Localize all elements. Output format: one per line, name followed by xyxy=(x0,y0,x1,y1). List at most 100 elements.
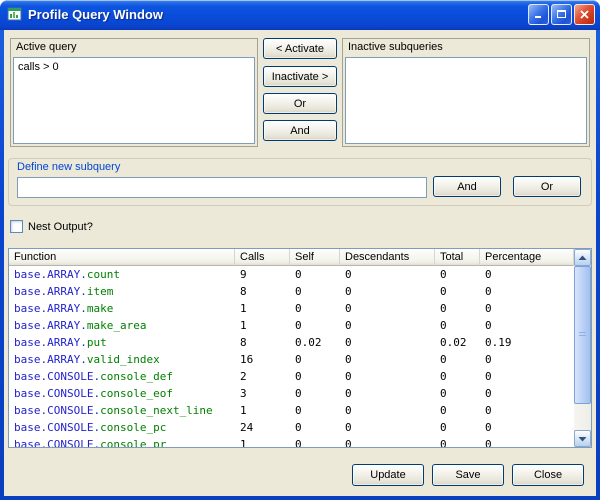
function-feature-name: item xyxy=(87,285,114,298)
cell-calls: 3 xyxy=(235,385,290,402)
or-transfer-button[interactable]: Or xyxy=(263,93,337,114)
cell-self: 0 xyxy=(290,300,340,317)
column-header-percentage[interactable]: Percentage xyxy=(480,249,574,266)
cell-total: 0 xyxy=(435,436,480,447)
table-row[interactable]: base.ARRAY.make10000 xyxy=(9,300,574,317)
cell-descendants: 0 xyxy=(340,368,435,385)
cell-total: 0 xyxy=(435,283,480,300)
function-feature-name: put xyxy=(87,336,107,349)
scrollbar-thumb[interactable] xyxy=(574,266,591,404)
inactivate-button[interactable]: Inactivate > xyxy=(263,66,337,87)
function-feature-name: valid_index xyxy=(87,353,160,366)
cell-calls: 1 xyxy=(235,300,290,317)
inactive-subqueries-label: Inactive subqueries xyxy=(343,39,589,56)
column-header-self[interactable]: Self xyxy=(290,249,340,266)
table-row[interactable]: base.ARRAY.valid_index160000 xyxy=(9,351,574,368)
active-query-label: Active query xyxy=(11,39,257,56)
cell-descendants: 0 xyxy=(340,334,435,351)
save-button[interactable]: Save xyxy=(432,464,504,486)
cell-calls: 8 xyxy=(235,334,290,351)
cell-descendants: 0 xyxy=(340,419,435,436)
window-controls xyxy=(528,4,595,25)
function-feature-name: console_def xyxy=(100,370,173,383)
subquery-input[interactable] xyxy=(17,177,427,198)
minimize-button[interactable] xyxy=(528,4,549,25)
function-class-path: base.ARRAY. xyxy=(14,285,87,298)
cell-self: 0 xyxy=(290,436,340,447)
cell-total: 0 xyxy=(435,402,480,419)
cell-calls: 2 xyxy=(235,368,290,385)
cell-total: 0 xyxy=(435,317,480,334)
cell-self: 0 xyxy=(290,317,340,334)
table-row[interactable]: base.CONSOLE.console_pr10000 xyxy=(9,436,574,447)
table-row[interactable]: base.ARRAY.item80000 xyxy=(9,283,574,300)
title-bar[interactable]: Profile Query Window xyxy=(0,0,600,30)
update-button[interactable]: Update xyxy=(352,464,424,486)
cell-calls: 1 xyxy=(235,436,290,447)
nest-output-checkbox[interactable] xyxy=(10,220,23,233)
table-row[interactable]: base.ARRAY.make_area10000 xyxy=(9,317,574,334)
profile-query-window: Profile Query Window Active query calls … xyxy=(0,0,600,500)
table-row[interactable]: base.ARRAY.count90000 xyxy=(9,266,574,283)
subquery-or-button[interactable]: Or xyxy=(513,176,581,197)
function-class-path: base.ARRAY. xyxy=(14,319,87,332)
function-class-path: base.ARRAY. xyxy=(14,268,87,281)
close-button[interactable] xyxy=(574,4,595,25)
cell-descendants: 0 xyxy=(340,317,435,334)
table-row[interactable]: base.CONSOLE.console_pc240000 xyxy=(9,419,574,436)
table-row[interactable]: base.ARRAY.put80.0200.020.19 xyxy=(9,334,574,351)
column-header-descendants[interactable]: Descendants xyxy=(340,249,435,266)
function-feature-name: console_eof xyxy=(100,387,173,400)
vertical-scrollbar[interactable] xyxy=(574,249,591,447)
dialog-content: Active query calls > 0 < Activate Inacti… xyxy=(4,30,596,496)
cell-self: 0 xyxy=(290,266,340,283)
cell-calls: 8 xyxy=(235,283,290,300)
cell-descendants: 0 xyxy=(340,385,435,402)
cell-percentage: 0 xyxy=(480,402,574,419)
nest-output-row: Nest Output? xyxy=(10,220,93,233)
cell-total: 0 xyxy=(435,368,480,385)
close-dialog-button[interactable]: Close xyxy=(512,464,584,486)
scroll-up-button[interactable] xyxy=(574,249,591,266)
function-class-path: base.CONSOLE. xyxy=(14,421,100,434)
cell-calls: 1 xyxy=(235,402,290,419)
cell-calls: 1 xyxy=(235,317,290,334)
table-row[interactable]: base.CONSOLE.console_next_line10000 xyxy=(9,402,574,419)
cell-self: 0 xyxy=(290,368,340,385)
column-header-function[interactable]: Function xyxy=(9,249,235,266)
function-feature-name: console_next_line xyxy=(100,404,213,417)
cell-total: 0.02 xyxy=(435,334,480,351)
app-icon xyxy=(6,6,23,23)
column-header-calls[interactable]: Calls xyxy=(235,249,290,266)
cell-percentage: 0 xyxy=(480,300,574,317)
activate-button[interactable]: < Activate xyxy=(263,38,337,59)
nest-output-label: Nest Output? xyxy=(28,221,93,233)
inactive-subqueries-list[interactable] xyxy=(345,57,587,144)
cell-total: 0 xyxy=(435,351,480,368)
function-feature-name: count xyxy=(87,268,120,281)
active-query-list[interactable]: calls > 0 xyxy=(13,57,255,144)
maximize-button[interactable] xyxy=(551,4,572,25)
cell-total: 0 xyxy=(435,266,480,283)
cell-calls: 9 xyxy=(235,266,290,283)
function-feature-name: make_area xyxy=(87,319,147,332)
cell-percentage: 0 xyxy=(480,266,574,283)
subquery-and-button[interactable]: And xyxy=(433,176,501,197)
cell-percentage: 0.19 xyxy=(480,334,574,351)
table-row[interactable]: base.CONSOLE.console_def20000 xyxy=(9,368,574,385)
cell-calls: 16 xyxy=(235,351,290,368)
and-transfer-button[interactable]: And xyxy=(263,120,337,141)
inactive-subqueries-group: Inactive subqueries xyxy=(342,38,590,147)
cell-percentage: 0 xyxy=(480,368,574,385)
scroll-down-button[interactable] xyxy=(574,430,591,447)
cell-self: 0 xyxy=(290,419,340,436)
cell-descendants: 0 xyxy=(340,402,435,419)
cell-descendants: 0 xyxy=(340,351,435,368)
column-header-total[interactable]: Total xyxy=(435,249,480,266)
cell-percentage: 0 xyxy=(480,436,574,447)
cell-self: 0 xyxy=(290,283,340,300)
active-query-item[interactable]: calls > 0 xyxy=(18,60,250,74)
table-row[interactable]: base.CONSOLE.console_eof30000 xyxy=(9,385,574,402)
define-subquery-group: Define new subquery And Or xyxy=(8,158,592,206)
define-subquery-label: Define new subquery xyxy=(9,159,591,176)
